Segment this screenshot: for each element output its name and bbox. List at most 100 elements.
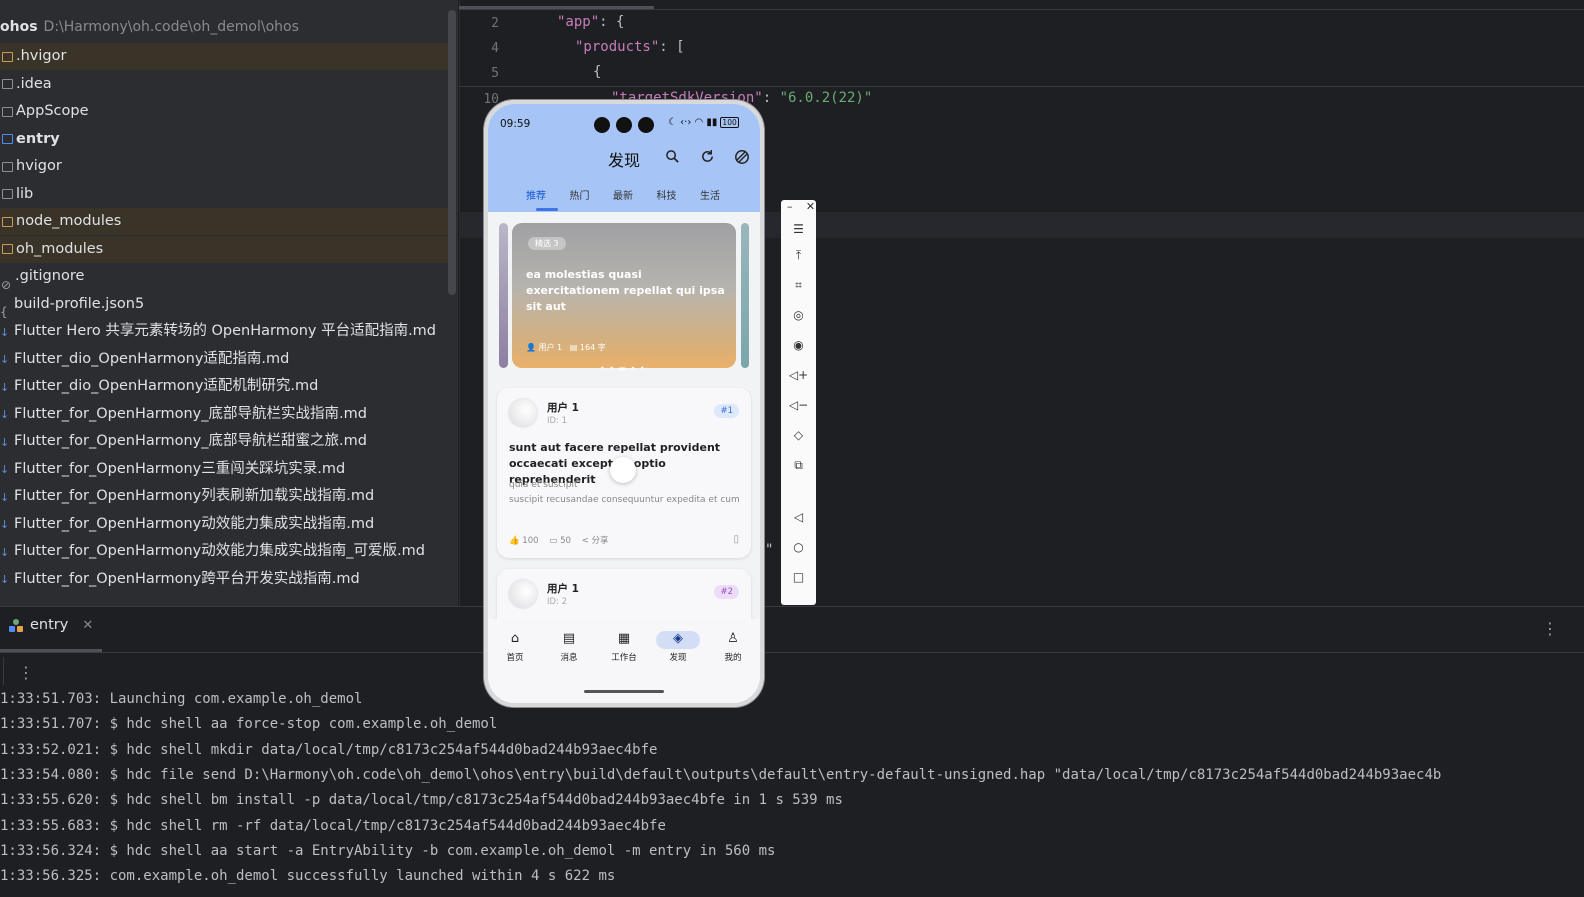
- post-actions: 👍 100 ▭ 50 < 分享: [509, 534, 609, 546]
- battery-icon: 100: [720, 117, 739, 128]
- tree-item[interactable]: ↓ Flutter Hero 共享元素转场的 OpenHarmony 平台适配指南…: [0, 318, 452, 345]
- emulator-toolbar: – ✕ ☰ ⤒ ⌗ ◎ ◉ ◁+ ◁− ◇ ⧉ ◁ ○ □: [781, 200, 816, 605]
- nav-label: 我的: [724, 653, 742, 663]
- tree-item[interactable]: ↓ Flutter_for_OpenHarmony动效能力集成实战指南.md: [0, 511, 452, 538]
- tree-item-label: node_modules: [16, 213, 122, 229]
- markdown-file-icon: ↓: [0, 353, 10, 366]
- log-line: 1:33:55.683: $ hdc shell rm -rf data/loc…: [0, 817, 666, 834]
- fold-icon[interactable]: ◇: [781, 428, 816, 442]
- screenshot-icon[interactable]: ◉: [781, 338, 816, 352]
- home-button-icon[interactable]: ○: [781, 540, 816, 554]
- tree-item[interactable]: entry: [0, 126, 452, 153]
- nav-item-home[interactable]: ⌂ 首页: [495, 631, 535, 663]
- more-options-icon[interactable]: ⋮: [1542, 619, 1558, 638]
- tree-item-label: lib: [16, 185, 34, 202]
- nav-item-workbench[interactable]: ▦ 工作台: [604, 631, 644, 663]
- run-tab-label: entry: [30, 617, 69, 633]
- tab-latest[interactable]: 最新: [613, 187, 657, 202]
- tree-item[interactable]: ↓ Flutter_dio_OpenHarmony适配机制研究.md: [0, 373, 452, 400]
- nav-item-me[interactable]: ♙ 我的: [713, 631, 753, 663]
- json-punct: : [: [659, 39, 685, 55]
- tree-item[interactable]: ↓ Flutter_for_OpenHarmony列表刷新加载实战指南.md: [0, 483, 452, 510]
- tree-item[interactable]: ↓ Flutter_for_OpenHarmony动效能力集成实战指南_可爱版.m…: [0, 538, 452, 565]
- search-icon[interactable]: [665, 149, 680, 168]
- featured-banner[interactable]: 精选 3 ea molestias quasi exercitationem r…: [512, 223, 736, 368]
- bookmark-icon[interactable]: ▯: [733, 534, 739, 545]
- close-icon[interactable]: ✕: [793, 200, 828, 213]
- line-number: 4: [491, 41, 499, 56]
- tab-tech[interactable]: 科技: [657, 187, 701, 202]
- home-indicator[interactable]: [584, 690, 664, 693]
- tree-item-label: Flutter_for_OpenHarmony动效能力集成实战指南_可爱版.md: [14, 543, 425, 559]
- folder-icon: [2, 79, 13, 89]
- tree-item[interactable]: ↓ Flutter_for_OpenHarmony_底部导航栏实战指南.md: [0, 401, 452, 428]
- crop-icon[interactable]: ⌗: [781, 278, 816, 293]
- tree-item[interactable]: ⊘.gitignore: [0, 263, 452, 292]
- banner-user: 用户 1: [538, 343, 563, 352]
- tree-item-label: Flutter_for_OpenHarmony_底部导航栏甜蜜之旅.md: [14, 433, 367, 449]
- tree-item[interactable]: ↓ Flutter_for_OpenHarmony三重闯关踩坑实录.md: [0, 456, 452, 483]
- banner-words: 164 字: [579, 343, 606, 352]
- folder-icon: [2, 106, 13, 117]
- tree-item-label: Flutter_dio_OpenHarmony适配机制研究.md: [14, 378, 319, 394]
- volume-up-icon[interactable]: ◁+: [781, 368, 816, 382]
- close-icon[interactable]: ✕: [82, 618, 93, 633]
- tree-item[interactable]: hvigor: [0, 153, 452, 180]
- menu-icon[interactable]: ☰: [781, 222, 816, 236]
- tree-item-label: entry: [16, 130, 60, 147]
- tree-item[interactable]: {build-profile.json5: [0, 291, 452, 320]
- phone-screen[interactable]: 09:59 ☾ ‹·› ◠ ▮▮ 100 发现 推荐 热门 最新 科技 生活 精选 3 e…: [488, 104, 760, 703]
- share-label[interactable]: 分享: [592, 536, 609, 546]
- tree-item[interactable]: lib: [0, 181, 452, 208]
- tab-hot[interactable]: 热门: [570, 187, 614, 202]
- comment-icon[interactable]: ▭: [549, 536, 557, 546]
- tree-item[interactable]: AppScope: [0, 98, 452, 125]
- nav-item-discover[interactable]: ◈ 发现: [656, 631, 700, 663]
- post-user-id: ID: 1: [547, 416, 568, 426]
- code-line-4: "products": [: [575, 39, 685, 55]
- back-icon[interactable]: ◁: [781, 510, 816, 524]
- avatar: [509, 580, 537, 608]
- markdown-file-icon: ↓: [0, 573, 10, 586]
- nav-item-messages[interactable]: ▤ 消息: [549, 631, 589, 663]
- project-root[interactable]: ohos D:\Harmony\oh.code\oh_demol\ohos: [0, 19, 299, 41]
- multi-screen-icon[interactable]: ⧉: [781, 458, 816, 473]
- tree-item-label: .hvigor: [16, 48, 67, 64]
- json-punct: :: [762, 90, 780, 106]
- tree-scrollbar[interactable]: [448, 10, 456, 295]
- tab-indicator: [536, 208, 558, 211]
- palette-icon[interactable]: [734, 149, 750, 169]
- tab-recommend[interactable]: 推荐: [526, 187, 570, 202]
- share-icon[interactable]: <: [582, 536, 589, 546]
- tree-item-label: .idea: [16, 75, 52, 92]
- comment-count: 50: [560, 536, 571, 546]
- user-icon: 👤: [526, 343, 536, 352]
- tree-item[interactable]: ↓ Flutter_dio_OpenHarmony适配指南.md: [0, 346, 452, 373]
- recents-icon[interactable]: □: [781, 570, 816, 584]
- refresh-icon[interactable]: [700, 149, 715, 168]
- avatar: [509, 399, 537, 427]
- like-icon[interactable]: 👍: [509, 536, 520, 546]
- tab-life[interactable]: 生活: [700, 187, 744, 202]
- tree-item[interactable]: .hvigor: [0, 43, 452, 70]
- nav-label: 首页: [506, 653, 524, 663]
- banner-next-peek[interactable]: [741, 223, 749, 368]
- tree-item[interactable]: ↓ Flutter_for_OpenHarmony跨平台开发实战指南.md: [0, 566, 452, 593]
- module-folder-icon: [2, 134, 13, 144]
- tree-item[interactable]: .idea: [0, 71, 452, 98]
- page-title: 发现: [607, 151, 640, 170]
- tree-item-label: oh_modules: [16, 240, 104, 257]
- phone-emulator: 09:59 ☾ ‹·› ◠ ▮▮ 100 发现 推荐 热门 最新 科技 生活 精选 3 e…: [484, 100, 764, 707]
- pin-top-icon[interactable]: ⤒: [781, 248, 816, 263]
- volume-down-icon[interactable]: ◁−: [781, 398, 816, 412]
- rotate-icon[interactable]: ◎: [781, 308, 816, 322]
- run-tab-entry[interactable]: entry ✕: [8, 617, 93, 639]
- camera-dot: [616, 117, 632, 133]
- tree-item[interactable]: oh_modules: [0, 235, 452, 263]
- tree-item[interactable]: node_modules: [0, 208, 452, 235]
- run-more-icon[interactable]: ⋮: [18, 663, 34, 682]
- tree-item[interactable]: ↓ Flutter_for_OpenHarmony_底部导航栏甜蜜之旅.md: [0, 428, 452, 455]
- banner-prev-peek[interactable]: [499, 223, 508, 368]
- folder-icon: [2, 244, 13, 254]
- code-line-5: {: [593, 64, 602, 80]
